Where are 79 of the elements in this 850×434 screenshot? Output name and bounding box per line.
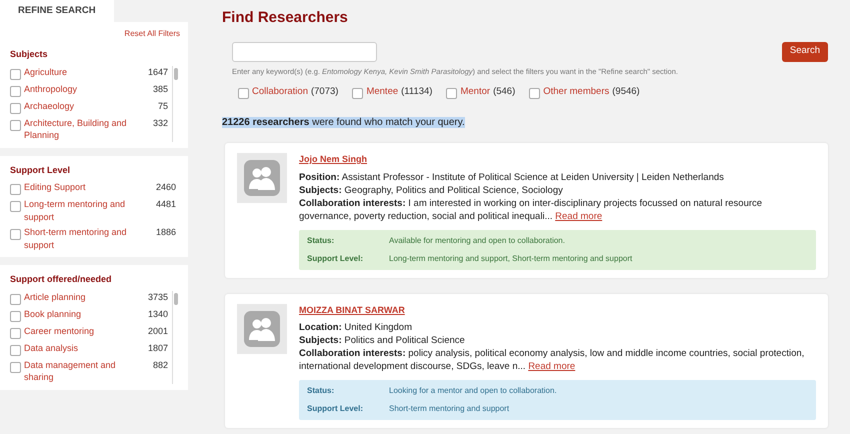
filter-count: 332 — [152, 116, 168, 130]
filter-count: 3735 — [146, 290, 168, 304]
checkbox[interactable] — [10, 68, 21, 80]
role-count: (546) — [493, 84, 516, 99]
filter-option[interactable]: Anthropology — [24, 82, 135, 96]
status-value: Available for mentoring and open to collaboration. — [389, 234, 565, 247]
status-value: Looking for a mentor and open to collaboration. — [389, 385, 557, 397]
checkbox[interactable] — [10, 201, 21, 212]
search-button[interactable]: Search — [782, 42, 828, 62]
refine-search-tab[interactable]: REFINE SEARCH — [0, 0, 114, 22]
researcher-detail: Position: Assistant Professor - Institute of Political Science at Leiden University | Leiden Netherlands — [299, 170, 725, 184]
checkbox[interactable] — [10, 86, 21, 96]
checkbox[interactable] — [10, 229, 21, 240]
filter-count: 882 — [152, 358, 168, 372]
checkbox[interactable] — [529, 88, 540, 99]
page-title: Find Researchers — [222, 8, 349, 28]
researcher-detail: Collaboration interests: policy analysis, political economy analysis, low and middle income countries, social protection, international development discourse, SDGs, leave n... Read more — [299, 347, 806, 373]
checkbox[interactable] — [10, 310, 21, 322]
result-summary: 21226 researchers were found who match your query. — [222, 117, 465, 128]
status-label: Support Level: — [307, 403, 364, 415]
filter-count: 2001 — [146, 324, 168, 338]
read-more-link[interactable]: Read more — [555, 210, 602, 222]
role-count: (9546) — [612, 84, 640, 99]
status-label: Support Level: — [307, 252, 364, 265]
filter-heading: Support offered/needed — [10, 273, 113, 286]
filter-option[interactable]: Architecture, Building and Planning — [24, 116, 135, 142]
filter-option[interactable]: Article planning — [24, 290, 135, 304]
role-count: (7073) — [310, 84, 338, 99]
checkbox[interactable] — [446, 88, 458, 99]
checkbox[interactable] — [10, 344, 21, 356]
status-value: Long-term mentoring and support, Short-term mentoring and support — [389, 252, 632, 265]
checkbox[interactable] — [10, 294, 21, 304]
role-filter-option[interactable]: Collaboration — [252, 84, 308, 99]
scrollbar[interactable] — [172, 66, 178, 142]
status-label: Status: — [307, 234, 336, 246]
status-value: Short-term mentoring and support — [389, 403, 510, 415]
avatar-icon — [237, 304, 287, 354]
reset-filters-link[interactable]: Reset All Filters — [124, 28, 180, 40]
filter-count: 2460 — [154, 181, 176, 194]
keyword-field[interactable] — [232, 42, 377, 62]
checkbox[interactable] — [352, 88, 364, 99]
filter-option[interactable]: Agriculture — [24, 66, 135, 80]
filter-option[interactable]: Data analysis — [24, 342, 135, 356]
checkbox[interactable] — [10, 120, 21, 130]
filter-option[interactable]: Career mentoring — [24, 324, 135, 338]
filter-option[interactable]: Editing Support — [24, 181, 143, 195]
role-count: (11134) — [401, 84, 432, 99]
researcher-detail: Location: United Kingdom — [299, 321, 413, 334]
filter-option[interactable]: Book planning — [24, 308, 135, 322]
scrollbar[interactable] — [172, 290, 178, 384]
filter-count: 1647 — [146, 66, 168, 78]
filter-count: 1886 — [154, 226, 176, 239]
filter-count: 4481 — [154, 198, 176, 211]
role-filter-option[interactable]: Other members — [543, 84, 610, 99]
researcher-detail: Subjects: Geography, Politics and Political Science, Sociology — [299, 184, 564, 196]
filter-count: 1807 — [146, 342, 168, 354]
researcher-detail: Subjects: Politics and Political Science — [299, 334, 466, 347]
checkbox[interactable] — [10, 362, 21, 372]
filter-heading: Subjects — [10, 48, 49, 61]
checkbox[interactable] — [10, 184, 21, 195]
checkbox[interactable] — [10, 102, 21, 114]
researcher-name-link[interactable]: Jojo Nem Singh — [299, 153, 816, 166]
researcher-name-link[interactable]: MOIZZA BINAT SARWAR — [299, 304, 816, 317]
checkbox[interactable] — [238, 88, 249, 99]
read-more-link[interactable]: Read more — [528, 361, 576, 372]
filter-heading: Support Level — [10, 164, 72, 177]
role-filter-option[interactable]: Mentor — [460, 84, 490, 99]
avatar-icon — [237, 153, 287, 203]
filter-option[interactable]: Data management and sharing — [24, 358, 135, 384]
role-filter-option[interactable]: Mentee — [366, 84, 398, 99]
filter-option[interactable]: Long-term mentoring and support — [24, 198, 143, 223]
status-label: Status: — [307, 385, 336, 397]
checkbox[interactable] — [10, 328, 21, 338]
filter-count: 385 — [152, 82, 168, 96]
researcher-detail: Collaboration interests: I am interested in working on inter-disciplinary projects focussed on natural resource governance, poverty reduction, social and political inequali... Read more — [299, 196, 764, 222]
filter-count: 75 — [156, 100, 168, 112]
filter-option[interactable]: Archaeology — [24, 100, 135, 114]
filter-count: 1340 — [146, 308, 168, 320]
filter-option[interactable]: Short-term mentoring and support — [24, 226, 143, 251]
